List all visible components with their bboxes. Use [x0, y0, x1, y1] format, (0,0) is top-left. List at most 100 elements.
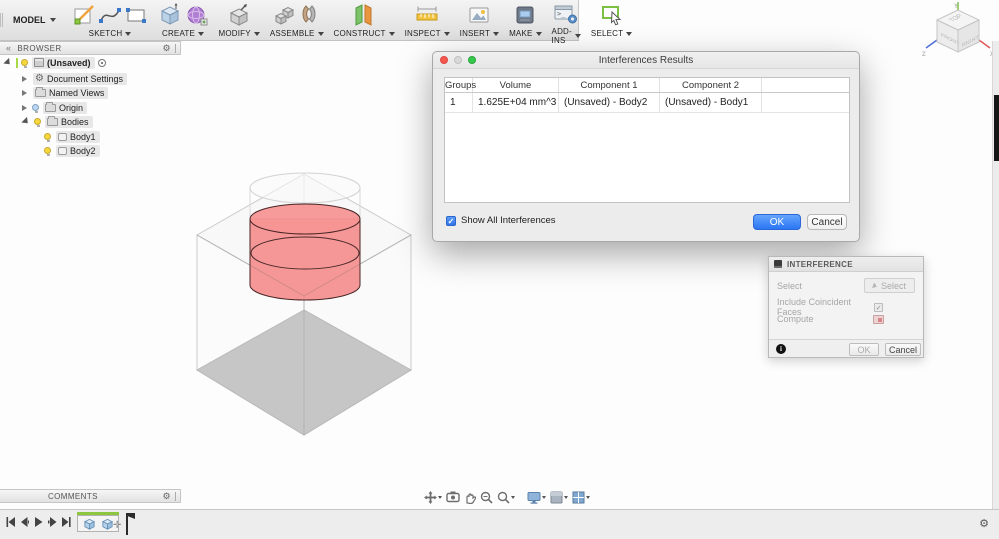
expand-icon[interactable] [21, 116, 31, 127]
gear-icon[interactable]: ⚙ [163, 43, 171, 54]
select-menu[interactable]: SELECT [591, 29, 633, 38]
step-back-icon[interactable] [20, 517, 29, 527]
tree-row-document-settings[interactable]: ⚙ Document Settings [22, 72, 128, 85]
visibility-bulb-icon[interactable] [44, 133, 51, 142]
viewcube[interactable]: Y Z X TOP FRONT RIGHT [920, 0, 998, 68]
insert-image-icon[interactable] [467, 3, 491, 27]
create-sketch-icon[interactable] [73, 4, 96, 27]
orbit-tool[interactable] [424, 490, 442, 504]
measure-icon[interactable] [415, 3, 439, 27]
coincident-checkbox[interactable]: ✓ [874, 302, 883, 312]
toolbar-group-inspect: INSPECT [400, 0, 455, 40]
expand-icon[interactable] [22, 104, 27, 111]
cancel-button[interactable]: Cancel [807, 214, 847, 230]
sketch-menu[interactable]: SKETCH [89, 29, 132, 38]
axis-y-label: Y [954, 4, 958, 10]
toolbar-group-insert: INSERT [455, 0, 504, 40]
ok-button[interactable]: OK [753, 214, 801, 230]
joint-icon[interactable] [300, 3, 320, 27]
make-menu[interactable]: MAKE [509, 29, 542, 38]
expand-icon[interactable] [22, 89, 27, 96]
rectangle-icon[interactable] [125, 4, 148, 27]
browser-header[interactable]: « BROWSER ⚙ [0, 41, 181, 55]
expand-icon[interactable] [22, 75, 27, 82]
axis-z-label: Z [922, 52, 926, 58]
pan-tool[interactable] [464, 491, 476, 504]
tree-row-root[interactable]: (Unsaved) [3, 56, 106, 69]
comments-title: COMMENTS [48, 491, 98, 501]
toolbar-group-modify: MODIFY [214, 0, 265, 40]
collapse-panel-icon[interactable]: « [6, 43, 11, 53]
comments-header[interactable]: COMMENTS ⚙ [0, 489, 181, 503]
display-settings[interactable] [527, 491, 546, 504]
construct-menu[interactable]: CONSTRUCT [334, 29, 395, 38]
inspect-menu[interactable]: INSPECT [405, 29, 450, 38]
chevron-down-icon [535, 31, 542, 36]
tree-row-body1[interactable]: Body1 [44, 130, 100, 143]
vertical-scrollbar[interactable] [992, 41, 999, 509]
make-3dprint-icon[interactable] [513, 3, 537, 27]
expand-icon[interactable] [3, 57, 13, 68]
zoom-tool[interactable] [497, 491, 515, 504]
chevron-down-icon [49, 18, 56, 22]
play-icon[interactable] [34, 517, 43, 527]
timeline-bar: ✛ ⚙ [0, 509, 999, 539]
construct-plane-icon[interactable] [352, 3, 376, 27]
select-window-icon[interactable] [600, 3, 624, 27]
checkbox-checked-icon[interactable]: ✓ [446, 215, 456, 226]
info-icon[interactable]: i [776, 343, 786, 354]
go-to-start-icon[interactable] [6, 517, 15, 527]
playhead-flag[interactable] [128, 513, 135, 519]
modify-menu[interactable]: MODIFY [219, 29, 260, 38]
dialog-titlebar[interactable]: Interferences Results [433, 52, 859, 69]
palette-cancel-button[interactable]: Cancel [885, 342, 921, 356]
move-marker-icon[interactable]: ✛ [113, 520, 121, 531]
model-viewport[interactable] [180, 150, 440, 450]
look-at-tool[interactable] [446, 491, 460, 503]
viewports[interactable] [572, 491, 590, 504]
gear-icon[interactable]: ⚙ [979, 517, 989, 530]
new-component-icon[interactable] [158, 3, 182, 27]
palette-header[interactable]: INTERFERENCE [769, 257, 923, 272]
scrollbar-thumb[interactable] [994, 95, 999, 161]
visibility-bulb-icon[interactable] [44, 147, 51, 156]
tree-row-body2[interactable]: Body2 [44, 144, 100, 157]
assemble-components-icon[interactable] [273, 3, 297, 27]
spline-icon[interactable] [98, 4, 122, 27]
checkbox-label: Show All Interferences [461, 215, 556, 226]
show-all-interferences-checkbox[interactable]: ✓ Show All Interferences [446, 215, 556, 226]
go-to-end-icon[interactable] [62, 517, 71, 527]
table-row[interactable]: 1 1.625E+04 mm^3 (Unsaved) - Body2 (Unsa… [445, 93, 849, 113]
select-button[interactable]: Select [863, 278, 915, 293]
gear-icon[interactable]: ⚙ [163, 491, 171, 502]
step-forward-icon[interactable] [48, 517, 57, 527]
grid-and-snaps[interactable] [550, 491, 568, 504]
create-menu[interactable]: CREATE [162, 29, 205, 38]
visibility-bulb-icon[interactable] [34, 118, 41, 127]
compute-icon[interactable] [873, 314, 884, 324]
activate-radio-icon[interactable] [97, 58, 106, 67]
workspace-switcher[interactable]: MODEL [1, 0, 68, 40]
timeline-playhead[interactable] [126, 513, 128, 535]
tree-row-origin[interactable]: Origin [22, 101, 88, 114]
chevron-down-icon [511, 495, 515, 499]
assemble-menu[interactable]: ASSEMBLE [270, 29, 324, 38]
scripts-addins-icon[interactable]: >_ [553, 2, 579, 26]
zoom-window-tool[interactable] [480, 491, 493, 504]
comments-panel: COMMENTS ⚙ [0, 489, 181, 503]
tree-row-bodies[interactable]: Bodies [21, 115, 93, 128]
create-form-icon[interactable] [185, 3, 209, 27]
insert-menu[interactable]: INSERT [460, 29, 500, 38]
feature-body1-icon[interactable] [83, 518, 96, 530]
addins-menu[interactable]: ADD-INS [552, 27, 581, 45]
visibility-bulb-icon[interactable] [21, 59, 28, 68]
press-pull-icon[interactable] [227, 3, 251, 27]
panel-grip[interactable] [175, 43, 178, 53]
main-toolbar: MODEL SKETCH CREATE MODIFY ASSEMBLE CONS… [0, 0, 633, 45]
feature-body2-icon[interactable] [101, 518, 114, 530]
palette-ok-button[interactable]: OK [849, 342, 879, 356]
panel-grip[interactable] [175, 491, 178, 501]
tree-row-named-views[interactable]: Named Views [22, 86, 109, 99]
visibility-bulb-icon[interactable] [32, 104, 39, 113]
cell-group: 1 [445, 93, 473, 112]
